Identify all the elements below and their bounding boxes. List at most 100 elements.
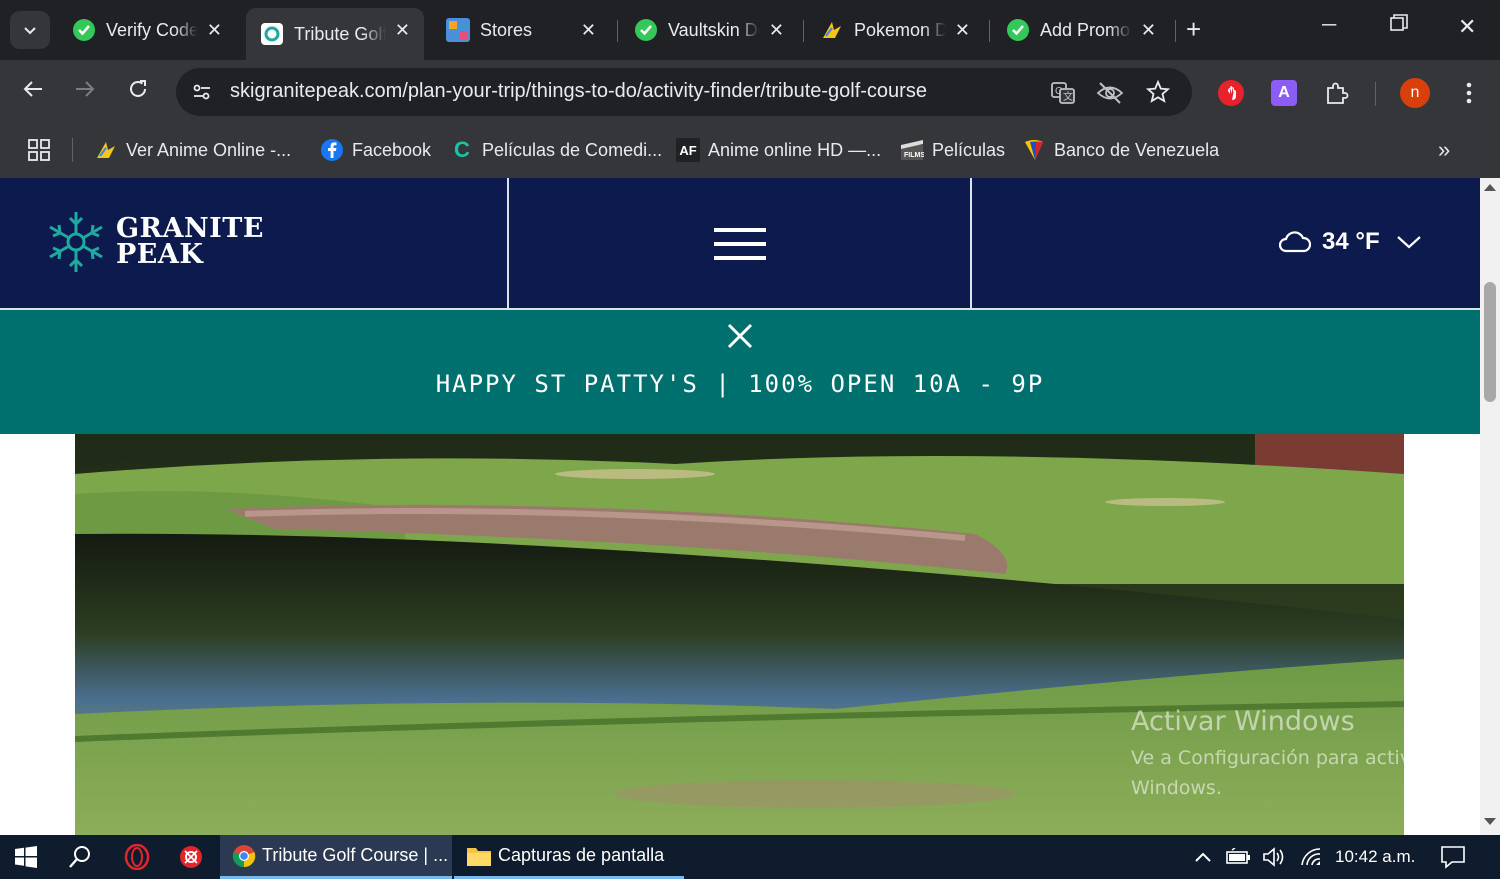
profile-avatar[interactable]: n — [1400, 78, 1430, 108]
logo-wordmark: GRANITE PEAK — [116, 215, 264, 270]
puzzle-icon[interactable] — [1324, 80, 1350, 106]
volume-icon[interactable] — [1262, 835, 1288, 879]
tab-verify-code[interactable]: Verify Code ✕ — [58, 8, 236, 52]
close-icon[interactable]: ✕ — [207, 20, 222, 41]
bookmark-facebook[interactable]: Facebook — [320, 136, 431, 164]
browser-toolbar: skigranitepeak.com/plan-your-trip/things… — [0, 60, 1500, 124]
bookmark-label: Facebook — [352, 139, 432, 160]
chevron-double-right-icon[interactable]: » — [1438, 136, 1450, 164]
scroll-up-arrow[interactable] — [1484, 184, 1496, 191]
bookmark-anime-online-hd[interactable]: AF Anime online HD —... — [676, 136, 881, 164]
granite-peak-favicon — [260, 22, 284, 46]
close-window-button[interactable]: ✕ — [1458, 14, 1476, 40]
close-icon[interactable]: ✕ — [769, 20, 784, 41]
alert-banner: HAPPY ST PATTY'S | 100% OPEN 10A - 9P — [0, 310, 1480, 434]
taskbar-explorer-window[interactable]: Capturas de pantalla — [454, 835, 684, 879]
tab-add-promo[interactable]: Add Promo ✕ — [992, 8, 1170, 52]
apps-grid-icon[interactable] — [28, 136, 50, 164]
bookmark-label: Ver Anime Online -... — [126, 139, 292, 160]
close-icon[interactable]: ✕ — [1141, 20, 1156, 41]
windows-activation-watermark: Activar Windows Ve a Configuración para … — [1131, 706, 1451, 803]
cuevana-favicon: C — [454, 137, 470, 162]
chrome-icon — [232, 844, 256, 867]
logo-line2: PEAK — [116, 239, 204, 270]
scroll-down-arrow[interactable] — [1484, 818, 1496, 825]
menu-line — [714, 242, 766, 246]
tab-separator — [989, 20, 990, 42]
tab-separator — [1175, 20, 1176, 42]
tab-search-button[interactable] — [10, 11, 50, 49]
adblock-extension-icon[interactable] — [1218, 80, 1244, 106]
new-tab-button[interactable]: + — [1186, 14, 1201, 45]
restore-button[interactable] — [1390, 14, 1408, 38]
extension-a-icon[interactable]: A — [1271, 80, 1297, 106]
battery-icon[interactable] — [1226, 835, 1252, 879]
back-button[interactable] — [22, 78, 44, 107]
tab-strip: Verify Code ✕ Tribute Golf Course ✕ Stor… — [0, 0, 1500, 60]
forward-button[interactable] — [74, 78, 96, 107]
scrollbar-thumb[interactable] — [1484, 282, 1496, 402]
bookmark-ver-anime[interactable]: Ver Anime Online -... — [94, 136, 291, 164]
star-icon[interactable] — [1145, 79, 1171, 109]
watermark-subtitle: Ve a Configuración para activar Windows. — [1131, 747, 1431, 799]
green-check-icon — [1006, 18, 1030, 42]
menu-line — [714, 256, 766, 260]
more-menu-icon[interactable] — [1456, 80, 1482, 106]
opera-icon[interactable] — [124, 835, 150, 879]
chevron-up-icon[interactable] — [1194, 835, 1212, 879]
clock-time[interactable]: 10:42 a.m. — [1335, 835, 1415, 879]
bookmark-label: Anime online HD —... — [708, 139, 882, 160]
facebook-icon — [320, 138, 344, 162]
snowflake-logo-icon — [49, 212, 103, 272]
chevron-down-icon — [24, 27, 36, 35]
tab-tribute-golf[interactable]: Tribute Golf Course ✕ — [246, 8, 424, 60]
close-icon[interactable]: ✕ — [955, 20, 970, 41]
page-scrollbar[interactable] — [1480, 178, 1500, 835]
app-target-icon[interactable] — [178, 835, 204, 879]
tab-stores[interactable]: Stores ✕ — [432, 8, 610, 52]
hamburger-menu-button[interactable] — [714, 228, 766, 262]
bookmark-peliculas-comedia[interactable]: C Películas de Comedi... — [450, 136, 662, 164]
tab-pokemon[interactable]: Pokemon Dex ✕ — [806, 8, 984, 52]
site-logo[interactable]: GRANITE PEAK — [44, 210, 264, 274]
bookmark-label: Películas — [932, 139, 1006, 160]
weather-widget[interactable]: 34 °F — [1278, 228, 1422, 256]
minimize-button[interactable]: ─ — [1322, 14, 1336, 37]
tab-title: Tribute Golf Course — [294, 23, 386, 44]
arrow-right-icon — [76, 81, 95, 97]
svg-text:文: 文 — [1063, 90, 1073, 103]
address-bar[interactable]: skigranitepeak.com/plan-your-trip/things… — [176, 68, 1192, 116]
green-check-icon — [634, 18, 658, 42]
bookmark-banco-venezuela[interactable]: Banco de Venezuela — [1022, 136, 1219, 164]
weather-temperature: 34 °F — [1322, 228, 1380, 255]
cloud-icon — [1278, 231, 1312, 253]
translate-icon[interactable]: G文 — [1050, 80, 1076, 111]
tab-title: Verify Code — [106, 19, 198, 40]
close-icon[interactable] — [726, 322, 754, 350]
movies-favicon: FILMS — [900, 138, 924, 162]
notification-center-icon[interactable] — [1440, 835, 1466, 879]
site-info-icon[interactable] — [190, 80, 214, 109]
windows-start-icon[interactable] — [14, 835, 38, 879]
chevron-down-icon — [1396, 236, 1421, 249]
close-icon[interactable]: ✕ — [581, 20, 596, 41]
tab-vaultskin[interactable]: Vaultskin Downloads ✕ — [620, 8, 798, 52]
tab-title: Pokemon Dex — [854, 19, 946, 40]
close-icon[interactable]: ✕ — [395, 20, 410, 41]
header-divider — [507, 178, 509, 310]
arrow-left-icon — [23, 81, 42, 97]
bookmark-label: Banco de Venezuela — [1054, 139, 1220, 160]
bookmark-separator — [72, 138, 73, 162]
taskbar-app-label: Capturas de pantalla — [498, 845, 665, 865]
tab-separator — [617, 20, 618, 42]
toolbar-separator — [1375, 82, 1376, 106]
wifi-icon[interactable] — [1300, 835, 1322, 879]
reload-button[interactable] — [127, 78, 149, 107]
site-header: GRANITE PEAK 34 °F — [0, 178, 1480, 310]
taskbar-chrome-window[interactable]: Tribute Golf Course | ... — [220, 835, 452, 879]
eye-off-icon[interactable] — [1096, 80, 1124, 111]
bookmark-label: Películas de Comedi... — [482, 139, 663, 160]
tab-title: Stores — [480, 19, 533, 40]
search-icon[interactable] — [68, 835, 92, 879]
bookmark-peliculas[interactable]: FILMS Películas — [900, 136, 1005, 164]
